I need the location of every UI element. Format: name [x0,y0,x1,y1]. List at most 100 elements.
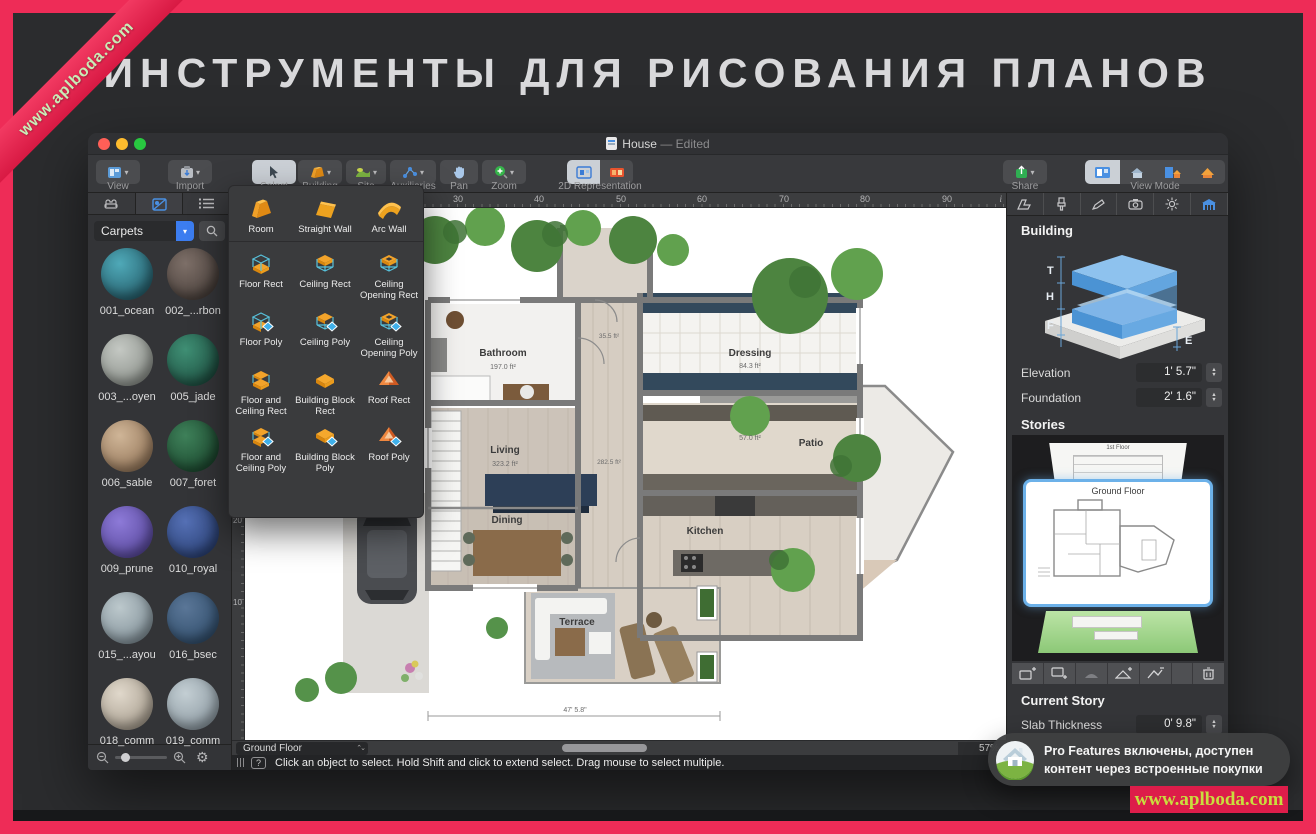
material-sphere [167,506,219,558]
building-diagram: T H F E [1017,243,1219,361]
svg-text:57.0 ft²: 57.0 ft² [739,435,761,442]
menu-item-floor-and-ceiling-rect[interactable]: Floor and Ceiling Rect [229,360,293,418]
category-dropdown[interactable]: Carpets ▾ [94,221,194,241]
zoom-plus-icon [494,165,508,179]
view-mode-label: View Mode [1085,181,1225,192]
swatch-006-sable[interactable]: 006_sable [96,420,158,489]
swatch-002[interactable]: 002_...rbon [162,248,224,317]
tab-light[interactable] [1154,193,1191,215]
plan-2d-icon [576,166,592,179]
pro-features-notification[interactable]: Pro Features включены, доступен контент … [988,733,1290,786]
document-icon [606,137,617,150]
tab-materials[interactable] [136,193,184,214]
material-sphere [101,592,153,644]
search-icon [206,225,218,237]
drag-handle-icon[interactable] [237,758,244,767]
add-dormer-button[interactable] [1140,663,1171,684]
menu-item-straight-wall[interactable]: Straight Wall [293,190,357,236]
add-roof-button[interactable] [1108,663,1139,684]
menu-item-building-block-poly[interactable]: Building Block Poly [293,417,357,475]
menu-item-floor-rect[interactable]: Floor Rect [229,244,293,302]
menu-item-ceiling-poly[interactable]: Ceiling Poly [293,302,357,360]
menu-item-building-block-rect[interactable]: Building Block Rect [293,360,357,418]
svg-text:282.5 ft²: 282.5 ft² [597,459,622,466]
swatch-009-prune[interactable]: 009_prune [96,506,158,575]
tab-materials-inspector[interactable] [1044,193,1081,215]
menu-item-roof-rect[interactable]: Roof Rect [357,360,421,418]
svg-text:Bathroom: Bathroom [479,348,526,359]
room-icon [247,196,275,222]
story-card-foundation[interactable] [1038,611,1198,653]
elevation-field[interactable]: 1' 5.7" [1136,363,1202,382]
list-icon [199,198,214,209]
delete-story-button[interactable] [1193,663,1224,684]
menu-item-floor-and-ceiling-poly[interactable]: Floor and Ceiling Poly [229,417,293,475]
camera-icon [1128,198,1143,210]
tab-edit[interactable] [1081,193,1118,215]
story-card-ground-floor[interactable]: Ground Floor [1023,479,1213,607]
svg-text:Terrace: Terrace [559,617,595,628]
svg-text:47' 5.8": 47' 5.8" [563,707,587,714]
swatch-019-comm[interactable]: 019_comm [162,678,224,747]
arc-wall-icon [375,196,403,222]
menu-item-room[interactable]: Room [229,190,293,236]
building-section-header: Building [1021,223,1073,238]
svg-text:E: E [1185,335,1192,347]
swatch-018-comm[interactable]: 018_comm [96,678,158,747]
ceiling-opening-rect-icon [375,250,403,277]
horizontal-scrollbar-thumb[interactable] [562,744,647,752]
floor-rect-icon [247,250,275,277]
menu-item-ceiling-rect[interactable]: Ceiling Rect [293,244,357,302]
material-sphere [167,678,219,730]
inspector-panel: Building T H F E Elevation 1' 5.7" ▲ [1006,193,1228,770]
swatch-010-royal[interactable]: 010_royal [162,506,224,575]
swatch-003[interactable]: 003_...oyen [96,334,158,403]
add-story-below-button[interactable] [1044,663,1075,684]
tab-camera[interactable] [1117,193,1154,215]
search-button[interactable] [199,221,225,241]
zoom-in-icon[interactable] [173,751,186,764]
inspector-tabs [1007,193,1228,216]
foundation-stepper[interactable]: ▲▼ [1206,388,1222,407]
category-value: Carpets [94,224,176,238]
menu-item-ceiling-opening-poly[interactable]: Ceiling Opening Poly [357,302,421,360]
swatch-001-ocean[interactable]: 001_ocean [96,248,158,317]
elevation-stepper[interactable]: ▲▼ [1206,363,1222,382]
swatch-015[interactable]: 015_...ayou [96,592,158,661]
zoom-label: Zoom [482,181,526,192]
swatch-005-jade[interactable]: 005_jade [162,334,224,403]
library-sidebar: Carpets ▾ 001_ocean 002_...rbon 003_...o… [88,193,232,770]
swatch-016-bsec[interactable]: 016_bsec [162,592,224,661]
menu-item-floor-poly[interactable]: Floor Poly [229,302,293,360]
tab-furniture[interactable] [88,193,136,214]
tab-list[interactable] [183,193,231,214]
tab-building[interactable] [1191,193,1228,215]
menu-item-roof-poly[interactable]: Roof Poly [357,417,421,475]
auxiliaries-icon [402,166,418,179]
foundation-field[interactable]: 2' 1.6" [1136,388,1202,407]
thumbnail-zoom-bar: ⚙ [88,744,231,770]
import-label: Import [168,181,212,192]
thumbnail-size-slider[interactable] [115,756,167,759]
ceiling-opening-poly-icon [375,308,403,335]
svg-text:Dressing: Dressing [729,348,772,359]
svg-text:323.2 ft²: 323.2 ft² [492,461,518,468]
menu-item-arc-wall[interactable]: Arc Wall [357,190,421,236]
add-story-button[interactable] [1012,663,1043,684]
duplicate-story-button[interactable] [1076,663,1107,684]
info-icon[interactable]: i [999,194,1002,204]
slab-thickness-stepper[interactable]: ▲▼ [1206,715,1222,734]
help-icon[interactable]: ? [251,757,266,769]
zoom-out-icon[interactable] [96,751,109,764]
stories-section-header: Stories [1021,417,1065,432]
material-sphere [101,678,153,730]
swatch-007-foret[interactable]: 007_foret [162,420,224,489]
slab-thickness-field[interactable]: 0' 9.8" [1136,715,1202,734]
current-story-header: Current Story [1021,693,1105,708]
chevron-down-icon: ▾ [176,221,194,241]
story-selector-dropdown[interactable]: Ground Floor [236,742,368,755]
gear-icon[interactable]: ⚙ [196,749,209,766]
tab-measure[interactable] [1007,193,1044,215]
menu-item-ceiling-opening-rect[interactable]: Ceiling Opening Rect [357,244,421,302]
bottom-shadow-strip [13,810,1303,821]
